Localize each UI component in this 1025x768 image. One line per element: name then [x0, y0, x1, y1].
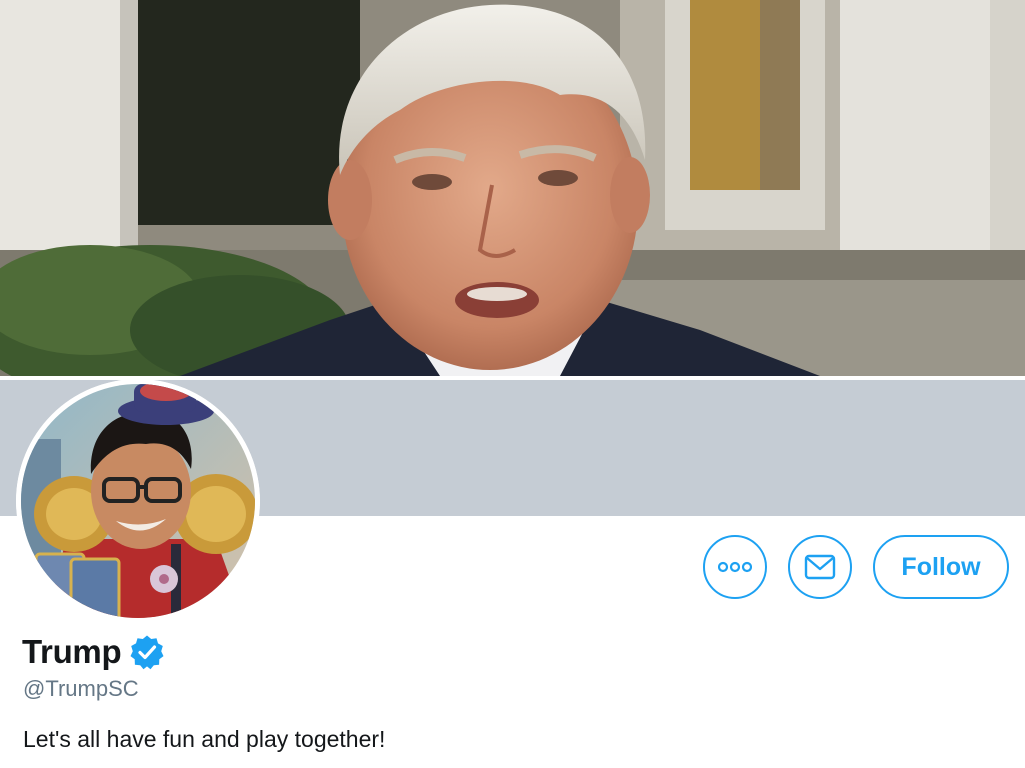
more-options-button[interactable] [703, 535, 767, 599]
profile-bio: Let's all have fun and play together! [23, 726, 386, 752]
verified-badge-icon [130, 635, 164, 670]
avatar-illustration [16, 379, 260, 623]
display-name: Trump [22, 633, 122, 670]
user-handle: @TrumpSC [23, 676, 139, 701]
envelope-icon [804, 554, 836, 580]
message-button[interactable] [788, 535, 852, 599]
name-row: Trump [22, 630, 165, 674]
profile-avatar[interactable] [16, 379, 260, 623]
video-still-image [0, 0, 1025, 376]
profile-page: Follow Trump @TrumpSC Let's all have fun… [0, 0, 1025, 768]
follow-button[interactable]: Follow [873, 535, 1009, 599]
more-icon [718, 561, 752, 573]
header-video-frame [0, 0, 1025, 376]
